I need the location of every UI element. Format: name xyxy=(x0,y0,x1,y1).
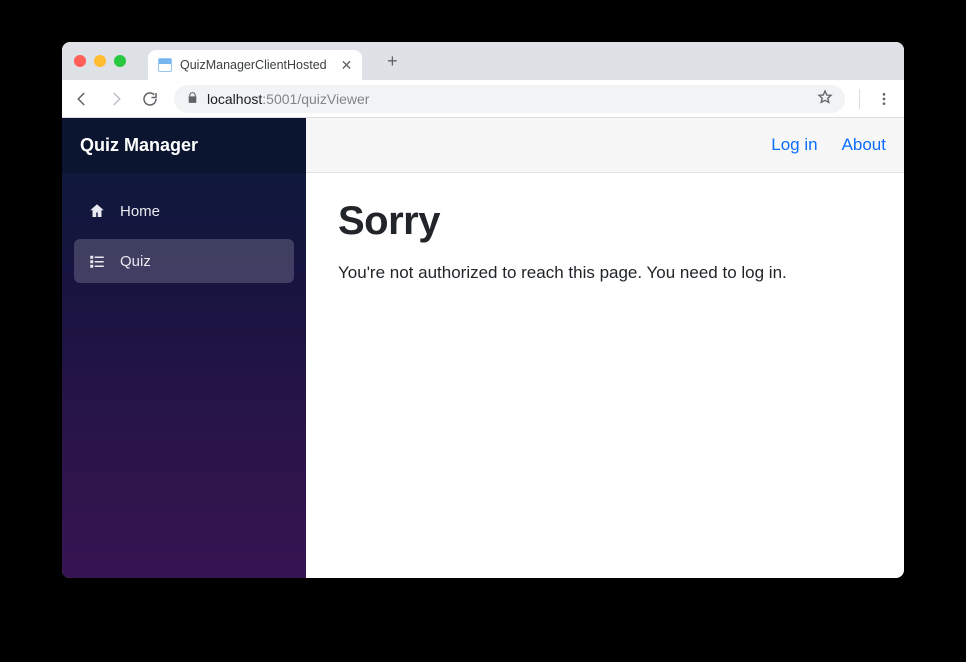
sidebar: Quiz Manager Home Quiz xyxy=(62,118,306,578)
back-button[interactable] xyxy=(72,89,92,109)
brand-title: Quiz Manager xyxy=(62,118,306,173)
home-icon xyxy=(88,202,106,220)
sidebar-nav: Home Quiz xyxy=(62,173,306,283)
login-link[interactable]: Log in xyxy=(771,135,817,155)
tab-title: QuizManagerClientHosted xyxy=(180,58,327,72)
url-host: localhost:5001/quizViewer xyxy=(207,91,369,107)
content-column: Log in About Sorry You're not authorized… xyxy=(306,118,904,578)
sidebar-item-label: Quiz xyxy=(120,253,151,270)
reload-icon xyxy=(141,90,159,108)
browser-window: QuizManagerClientHosted ✕ + localhost:50… xyxy=(62,42,904,578)
address-bar[interactable]: localhost:5001/quizViewer xyxy=(174,85,845,113)
sidebar-item-home[interactable]: Home xyxy=(74,189,294,233)
titlebar: QuizManagerClientHosted ✕ + xyxy=(62,42,904,80)
arrow-left-icon xyxy=(73,90,91,108)
page-body-text: You're not authorized to reach this page… xyxy=(338,260,872,286)
browser-tab[interactable]: QuizManagerClientHosted ✕ xyxy=(148,50,362,80)
topbar: Log in About xyxy=(306,118,904,173)
browser-toolbar: localhost:5001/quizViewer xyxy=(62,80,904,118)
page-heading: Sorry xyxy=(338,199,872,244)
app-viewport: Quiz Manager Home Quiz Log in About Sorr… xyxy=(62,118,904,578)
url-hostname: localhost xyxy=(207,91,262,107)
window-controls xyxy=(74,55,126,67)
sidebar-item-quiz[interactable]: Quiz xyxy=(74,239,294,283)
close-tab-button[interactable]: ✕ xyxy=(341,57,353,74)
minimize-window-button[interactable] xyxy=(94,55,106,67)
maximize-window-button[interactable] xyxy=(114,55,126,67)
star-icon xyxy=(817,89,833,105)
reload-button[interactable] xyxy=(140,89,160,109)
arrow-right-icon xyxy=(107,90,125,108)
sidebar-item-label: Home xyxy=(120,203,160,220)
url-path: /quizViewer xyxy=(297,91,369,107)
kebab-icon xyxy=(876,91,892,107)
favicon-icon xyxy=(158,58,172,72)
forward-button[interactable] xyxy=(106,89,126,109)
close-window-button[interactable] xyxy=(74,55,86,67)
about-link[interactable]: About xyxy=(842,135,886,155)
url-port: :5001 xyxy=(262,91,297,107)
page-content: Sorry You're not authorized to reach thi… xyxy=(306,173,904,312)
list-icon xyxy=(88,252,106,270)
new-tab-button[interactable]: + xyxy=(378,47,406,75)
bookmark-button[interactable] xyxy=(817,89,833,108)
browser-menu-button[interactable] xyxy=(874,91,894,107)
lock-icon xyxy=(186,91,199,107)
toolbar-separator xyxy=(859,89,860,109)
